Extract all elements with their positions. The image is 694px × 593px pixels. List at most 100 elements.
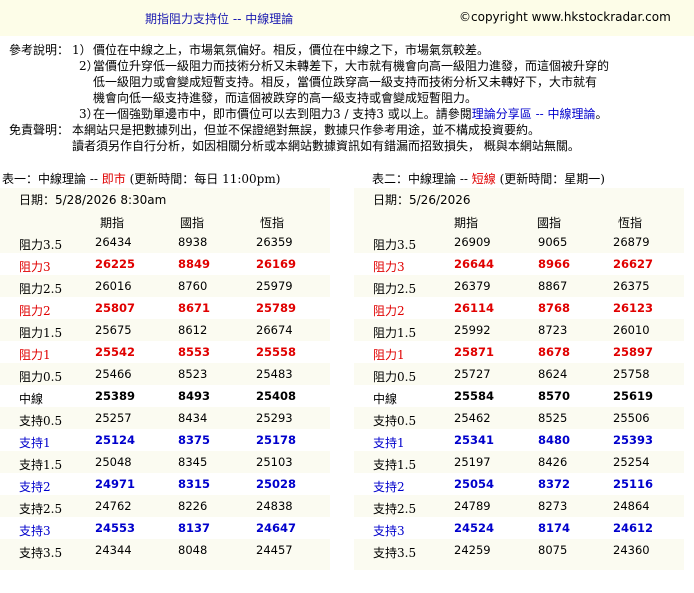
value-cell: 25124 xyxy=(95,433,136,447)
value-cell: 8523 xyxy=(178,367,208,381)
value-cell: 24612 xyxy=(613,521,654,535)
value-cell: 26169 xyxy=(256,257,297,271)
value-cell: 8723 xyxy=(538,323,568,337)
value-cell: 25341 xyxy=(454,433,495,447)
copyright-notice: ©copyright www.hkstockradar.com xyxy=(459,10,671,24)
table1-title-main: 表一：中線理論 -- xyxy=(2,172,102,186)
table2-date: 日期：5/26/2026 xyxy=(373,193,471,207)
value-cell: 25619 xyxy=(613,389,654,403)
value-cell: 25393 xyxy=(613,433,654,447)
value-cell: 24259 xyxy=(454,543,491,557)
value-cell: 25897 xyxy=(613,345,654,359)
table-row: 中線 25584 8570 25619 xyxy=(354,385,684,407)
value-cell: 25103 xyxy=(256,455,293,469)
value-cell: 26627 xyxy=(613,257,654,271)
value-cell: 25992 xyxy=(454,323,491,337)
value-cell: 26644 xyxy=(454,257,495,271)
value-cell: 8226 xyxy=(178,499,208,513)
row-label: 支持3 xyxy=(373,524,405,538)
table-row: 支持1 25341 8480 25393 xyxy=(354,429,684,451)
value-cell: 8612 xyxy=(178,323,208,337)
value-cell: 25727 xyxy=(454,367,491,381)
row-label: 阻力2 xyxy=(19,304,51,318)
table2-col-futures: 期指 xyxy=(454,216,479,230)
table-row: 阻力1.5 25992 8723 26010 xyxy=(354,319,684,341)
row-label: 支持1 xyxy=(19,436,51,450)
value-cell: 25558 xyxy=(256,345,297,359)
table-row: 支持2 25054 8372 25116 xyxy=(354,473,684,495)
table-row: 阻力0.5 25727 8624 25758 xyxy=(354,363,684,385)
note-text: 低一級阻力或會變成短暫支持。相反，當價位跌穿高一級支持而技術分析又未轉好下，大市… xyxy=(93,75,598,89)
note-text: 機會向低一級支持進發，而這個被跌穿的高一級支持或會變成短暫阻力。 xyxy=(93,91,478,105)
row-label: 阻力1 xyxy=(19,348,51,362)
value-cell: 26909 xyxy=(454,235,491,249)
row-label: 阻力2.5 xyxy=(19,282,63,296)
row-label: 阻力0.5 xyxy=(373,370,417,384)
value-cell: 8434 xyxy=(178,411,208,425)
row-label: 支持2.5 xyxy=(373,502,417,516)
value-cell: 8426 xyxy=(538,455,568,469)
row-label: 支持1 xyxy=(373,436,405,450)
table-row: 中線 25389 8493 25408 xyxy=(0,385,330,407)
table-row: 阻力2.5 26379 8867 26375 xyxy=(354,275,684,297)
table1-col-futures: 期指 xyxy=(100,216,125,230)
row-label: 中線 xyxy=(373,392,398,406)
table-row: 阻力3.5 26434 8938 26359 xyxy=(0,231,330,253)
value-cell: 25389 xyxy=(95,389,136,403)
value-cell: 8315 xyxy=(178,477,211,491)
value-cell: 26010 xyxy=(613,323,650,337)
value-cell: 24789 xyxy=(454,499,491,513)
table2-col-hsi: 恆指 xyxy=(618,216,643,230)
page-header: 期指阻力支持位 -- 中線理論 ©copyright www.hkstockra… xyxy=(0,0,694,36)
table-row: 阻力2 26114 8768 26123 xyxy=(354,297,684,319)
note-text: 當價位升穿低一級阻力而技術分析又未轉差下，大市就有機會向高一級阻力進發，而這個被… xyxy=(93,59,610,73)
row-label: 支持1.5 xyxy=(373,458,417,472)
row-label: 支持3 xyxy=(19,524,51,538)
value-cell: 25483 xyxy=(256,367,293,381)
disclaimer-text: 讀者須另作自行分析，如因相關分析或本網站數據資訊如有錯漏而招致損失， 概與本網站… xyxy=(72,139,580,153)
table-row: 支持1 25124 8375 25178 xyxy=(0,429,330,451)
row-label: 支持2.5 xyxy=(19,502,63,516)
row-label: 阻力1.5 xyxy=(19,326,63,340)
value-cell: 25254 xyxy=(613,455,650,469)
value-cell: 24864 xyxy=(613,499,650,513)
table2-title-main: 表二：中線理論 -- xyxy=(372,172,472,186)
table-row: 阻力1 25871 8678 25897 xyxy=(354,341,684,363)
value-cell: 8938 xyxy=(178,235,208,249)
value-cell: 24360 xyxy=(613,543,650,557)
value-cell: 24344 xyxy=(95,543,132,557)
value-cell: 25979 xyxy=(256,279,293,293)
table-row: 支持0.5 25462 8525 25506 xyxy=(354,407,684,429)
value-cell: 24647 xyxy=(256,521,297,535)
value-cell: 25028 xyxy=(256,477,297,491)
table1-title: 表一：中線理論 -- 即市 (更新時間：每日 11:00pm) xyxy=(2,170,280,187)
value-cell: 24838 xyxy=(256,499,293,513)
row-label: 阻力3 xyxy=(373,260,405,274)
value-cell: 26359 xyxy=(256,235,293,249)
value-cell: 8273 xyxy=(538,499,568,513)
value-cell: 25871 xyxy=(454,345,495,359)
table1-date: 日期：5/28/2026 8:30am xyxy=(19,193,167,207)
note-number: 1） xyxy=(72,43,92,57)
table1-body: 阻力3.5 26434 8938 26359 阻力3 26225 8849 26169 阻力2.… xyxy=(0,231,330,561)
value-cell: 26879 xyxy=(613,235,650,249)
value-cell: 25807 xyxy=(95,301,136,315)
table-row: 支持3.5 24344 8048 24457 xyxy=(0,539,330,561)
table-row: 支持0.5 25257 8434 25293 xyxy=(0,407,330,429)
page-title: 期指阻力支持位 -- 中線理論 xyxy=(145,12,294,26)
table2-title-mode: 短線 xyxy=(471,172,496,186)
value-cell: 24762 xyxy=(95,499,132,513)
row-label: 阻力2 xyxy=(373,304,405,318)
disclaimer-text: 本網站只是把數據列出，但並不保證絕對無誤，數據只作參考用途，並不構成投資要約。 xyxy=(72,123,541,137)
table-row: 支持2 24971 8315 25028 xyxy=(0,473,330,495)
table-row: 阻力0.5 25466 8523 25483 xyxy=(0,363,330,385)
row-label: 阻力0.5 xyxy=(19,370,63,384)
table-row: 阻力1 25542 8553 25558 xyxy=(0,341,330,363)
table1-title-update: (更新時間：每日 11:00pm) xyxy=(125,172,281,186)
value-cell: 8768 xyxy=(538,301,571,315)
theory-link[interactable]: 理論分享區 -- 中線理論 xyxy=(472,107,596,121)
table-row: 支持3 24553 8137 24647 xyxy=(0,517,330,539)
value-cell: 8075 xyxy=(538,543,568,557)
value-cell: 25116 xyxy=(613,477,654,491)
table-row: 支持2.5 24789 8273 24864 xyxy=(354,495,684,517)
